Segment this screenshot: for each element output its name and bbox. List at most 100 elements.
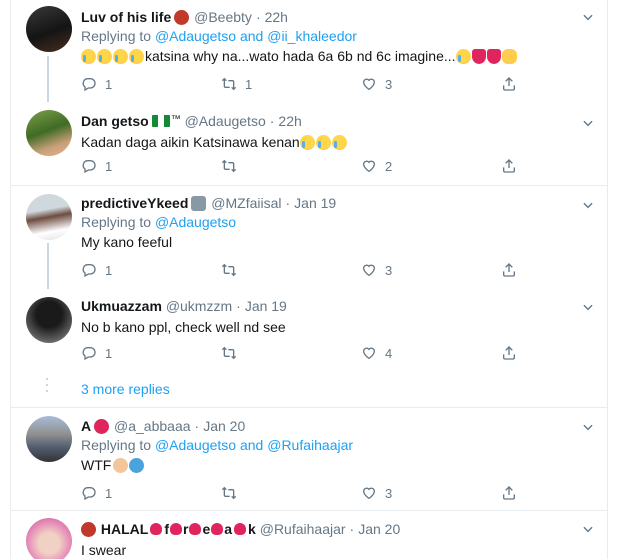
avatar[interactable]	[26, 194, 72, 240]
mention-link[interactable]: @ii_khaleedor	[267, 28, 357, 44]
username[interactable]: @ukmzzm	[166, 298, 232, 314]
retweet-button[interactable]	[221, 262, 361, 278]
avatar[interactable]	[26, 297, 72, 343]
tweet-actions: 1 3	[81, 262, 608, 278]
laughing-emoji-icon	[315, 135, 331, 150]
mention-link[interactable]: @Adaugetso	[155, 437, 236, 453]
thread-dots	[44, 378, 48, 396]
person-facepalming-emoji-icon	[113, 458, 129, 473]
show-more-replies-link[interactable]: 3 more replies	[81, 381, 170, 397]
thread-connector	[47, 243, 49, 289]
avatar[interactable]	[26, 518, 72, 559]
retweet-button[interactable]	[221, 345, 361, 361]
rose-emoji-icon	[81, 522, 96, 537]
timestamp[interactable]: Jan 19	[245, 298, 287, 314]
like-icon	[361, 262, 377, 278]
red-circle-emoji-icon	[94, 419, 110, 434]
like-button[interactable]: 2	[361, 158, 501, 174]
reply-button[interactable]: 1	[81, 158, 221, 174]
mention-link[interactable]: @Adaugetso	[155, 214, 236, 230]
tweet-text: Kadan daga aikin Katsinawa kenan	[81, 132, 593, 152]
crying-emoji-icon	[455, 49, 471, 64]
reply-button[interactable]: 1	[81, 76, 221, 92]
replying-to: Replying to @Adaugetso and @ii_khaleedor	[81, 28, 357, 44]
retweet-icon	[221, 485, 237, 501]
laughing-emoji-icon	[331, 135, 347, 150]
mention-link[interactable]: @Rufaihaajar	[267, 437, 353, 453]
reply-icon	[81, 262, 97, 278]
share-icon	[501, 158, 517, 174]
avatar[interactable]	[26, 110, 72, 156]
replying-to: Replying to @Adaugetso and @Rufaihaajar	[81, 437, 354, 453]
retweet-button[interactable]: 1	[221, 76, 361, 92]
thread-connector	[47, 56, 49, 102]
username[interactable]: @Rufaihaajar	[260, 521, 346, 537]
retweet-button[interactable]	[221, 485, 361, 501]
share-button[interactable]	[501, 76, 608, 92]
tweet[interactable]: predictiveYkeed @MZfaiisal · Jan 19 Replyi…	[81, 194, 593, 252]
wolf-emoji-icon	[191, 196, 207, 211]
tweet-actions: 1 4	[81, 345, 608, 361]
like-button[interactable]: 3	[361, 76, 501, 92]
divider	[11, 510, 607, 511]
display-name[interactable]: A	[81, 418, 91, 434]
heart-emoji-icon	[211, 523, 224, 535]
timestamp[interactable]: Jan 19	[294, 195, 336, 211]
retweet-button[interactable]	[221, 158, 361, 174]
retweet-icon	[221, 76, 237, 92]
retweet-icon	[221, 158, 237, 174]
like-icon	[361, 158, 377, 174]
share-button[interactable]	[501, 262, 608, 278]
like-button[interactable]: 3	[361, 485, 501, 501]
share-button[interactable]	[501, 345, 608, 361]
share-button[interactable]	[501, 485, 608, 501]
reply-button[interactable]: 1	[81, 345, 221, 361]
tweet-text: My kano feeful	[81, 234, 173, 250]
timestamp[interactable]: 22h	[278, 113, 301, 129]
timestamp[interactable]: 22h	[265, 9, 288, 25]
username[interactable]: @a_abbaaa	[114, 418, 191, 434]
display-name[interactable]: Dan getso	[81, 113, 149, 129]
tweet[interactable]: Ukmuazzam @ukmzzm · Jan 19 No b kano ppl, …	[81, 297, 593, 337]
heart-emoji-icon	[150, 523, 163, 535]
timestamp[interactable]: Jan 20	[203, 418, 245, 434]
laughing-emoji-icon	[299, 135, 315, 150]
broken-heart-emoji-icon	[486, 49, 501, 64]
heart-emoji-icon	[234, 523, 247, 535]
mention-link[interactable]: @Adaugetso	[155, 28, 236, 44]
share-button[interactable]	[501, 158, 608, 174]
crying-emoji-icon	[113, 49, 128, 64]
timestamp[interactable]: Jan 20	[358, 521, 400, 537]
reply-button[interactable]: 1	[81, 485, 221, 501]
reply-button[interactable]: 1	[81, 262, 221, 278]
tweet-text: No b kano ppl, check well nd see	[81, 319, 286, 335]
tweet-actions: 1 2	[81, 158, 608, 174]
display-name[interactable]: predictiveYkeed	[81, 195, 188, 211]
rose-emoji-icon	[174, 10, 190, 25]
tweet-text: katsina why na...wato hada 6a 6b nd 6c i…	[81, 46, 593, 66]
tweet[interactable]: Luv of his life @Beebty · 22h Replying to …	[81, 8, 593, 66]
avatar[interactable]	[26, 6, 72, 52]
crying-emoji-icon	[81, 49, 96, 64]
clap-emoji-icon	[501, 49, 517, 64]
display-name[interactable]: HALAL f r e a k	[101, 521, 256, 537]
display-name[interactable]: Luv of his life	[81, 9, 171, 25]
like-button[interactable]: 4	[361, 345, 501, 361]
reply-icon	[81, 158, 97, 174]
username[interactable]: @MZfaiisal	[211, 195, 281, 211]
tweet[interactable]: A @a_abbaaa · Jan 20 Replying to @Adaugets…	[81, 417, 593, 475]
tweet[interactable]: HALAL f r e a k @Rufaihaajar · Jan 20 I swear	[81, 520, 593, 559]
share-icon	[501, 345, 517, 361]
display-name[interactable]: Ukmuazzam	[81, 298, 162, 314]
avatar[interactable]	[26, 416, 72, 462]
crying-emoji-icon	[129, 49, 144, 64]
conversation-thread: Luv of his life @Beebty · 22h Replying to …	[10, 0, 608, 559]
tweet[interactable]: Dan getso ™ @Adaugetso · 22h Kadan daga aik…	[81, 111, 593, 152]
like-button[interactable]: 3	[361, 262, 501, 278]
reply-icon	[81, 485, 97, 501]
retweet-icon	[221, 345, 237, 361]
crying-emoji-icon	[97, 49, 112, 64]
username[interactable]: @Beebty	[194, 9, 252, 25]
username[interactable]: @Adaugetso	[185, 113, 266, 129]
like-icon	[361, 345, 377, 361]
